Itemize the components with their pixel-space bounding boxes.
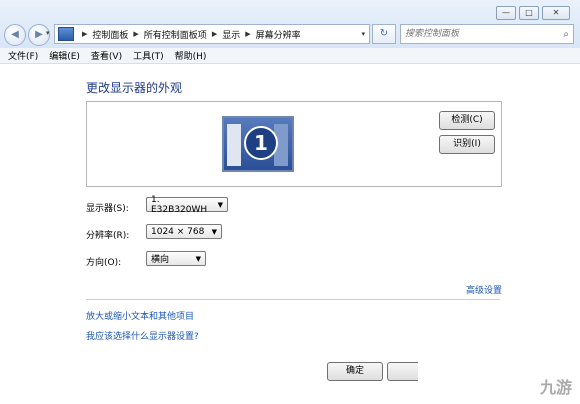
breadcrumb-display[interactable]: 显示 — [222, 28, 240, 41]
nav-buttons: ◀ ▶ — [4, 24, 50, 46]
resolution-select-value: 1024 × 768 — [151, 226, 205, 237]
resolution-select[interactable]: 1024 × 768 ▼ — [146, 224, 222, 239]
breadcrumb-separator[interactable]: ▶ — [245, 30, 250, 38]
resolution-label: 分辨率(R): — [86, 231, 130, 241]
divider — [86, 299, 500, 300]
minimize-button[interactable]: — — [496, 6, 516, 20]
maximize-button[interactable]: □ — [519, 6, 539, 20]
monitor-number: 1 — [244, 126, 278, 160]
menu-file[interactable]: 文件(F) — [8, 49, 38, 62]
breadcrumb-separator[interactable]: ▶ — [212, 30, 217, 38]
back-button[interactable]: ◀ — [4, 24, 26, 46]
which-settings-link[interactable]: 我应该选择什么显示器设置? — [86, 329, 199, 342]
main-content: 更改显示器的外观 1 检测(C) 识别(I) 显示器(S): 1. E32B32… — [0, 65, 580, 404]
monitor-preview-panel: 1 检测(C) 识别(I) — [86, 101, 502, 187]
display-select[interactable]: 1. E32B320WH ▼ — [146, 194, 228, 215]
chevron-down-icon: ▼ — [195, 254, 201, 263]
page-title: 更改显示器的外观 — [86, 81, 183, 95]
menu-edit[interactable]: 编辑(E) — [49, 49, 80, 62]
cancel-button[interactable] — [387, 362, 418, 381]
search-input[interactable] — [401, 26, 557, 42]
display-select-value: 1. E32B320WH — [151, 194, 208, 215]
menu-bar: 文件(F) 编辑(E) 查看(V) 工具(T) 帮助(H) — [0, 48, 580, 64]
orientation-label: 方向(O): — [86, 258, 122, 268]
address-dropdown-icon[interactable]: ▾ — [361, 30, 365, 38]
control-panel-icon — [58, 27, 74, 41]
menu-help[interactable]: 帮助(H) — [175, 49, 207, 62]
orientation-select[interactable]: 横向 ▼ — [146, 251, 206, 266]
menu-view[interactable]: 查看(V) — [91, 49, 122, 62]
breadcrumb-all-items[interactable]: 所有控制面板项 — [144, 28, 207, 41]
breadcrumb-screen-resolution[interactable]: 屏幕分辨率 — [256, 28, 301, 41]
display-label: 显示器(S): — [86, 204, 129, 214]
address-bar[interactable]: ▶ 控制面板 ▶ 所有控制面板项 ▶ 显示 ▶ 屏幕分辨率 ▾ — [54, 24, 370, 44]
breadcrumb-separator: ▶ — [82, 30, 88, 38]
text-size-link[interactable]: 放大或缩小文本和其他项目 — [86, 309, 194, 322]
monitor-screen-left — [227, 124, 241, 166]
refresh-button[interactable]: ↻ — [372, 24, 396, 44]
close-button[interactable]: ✕ — [542, 6, 570, 20]
monitor-icon[interactable]: 1 — [222, 116, 294, 172]
breadcrumb-control-panel[interactable]: 控制面板 — [92, 28, 128, 41]
recent-pages-dropdown[interactable]: ▾ — [46, 29, 50, 37]
search-icon[interactable]: ⌕ — [563, 29, 569, 40]
identify-button[interactable]: 识别(I) — [439, 135, 495, 154]
chevron-down-icon: ▼ — [217, 200, 223, 209]
chevron-down-icon: ▼ — [211, 227, 217, 236]
advanced-settings-link[interactable]: 高级设置 — [466, 283, 502, 296]
window-controls: — □ ✕ — [496, 6, 570, 20]
detect-button[interactable]: 检测(C) — [439, 111, 495, 130]
orientation-select-value: 横向 — [151, 255, 170, 265]
menu-tools[interactable]: 工具(T) — [133, 49, 164, 62]
breadcrumb: ▶ 控制面板 ▶ 所有控制面板项 ▶ 显示 ▶ 屏幕分辨率 — [77, 28, 301, 41]
ok-button[interactable]: 确定 — [327, 362, 383, 381]
title-bar: — □ ✕ ◀ ▶ ▾ ▶ 控制面板 ▶ 所有控制面板项 ▶ 显示 ▶ 屏幕分辨… — [0, 0, 580, 48]
search-box[interactable]: ⌕ — [400, 24, 574, 44]
watermark-logo: 九游 — [539, 378, 572, 397]
breadcrumb-separator[interactable]: ▶ — [133, 30, 138, 38]
